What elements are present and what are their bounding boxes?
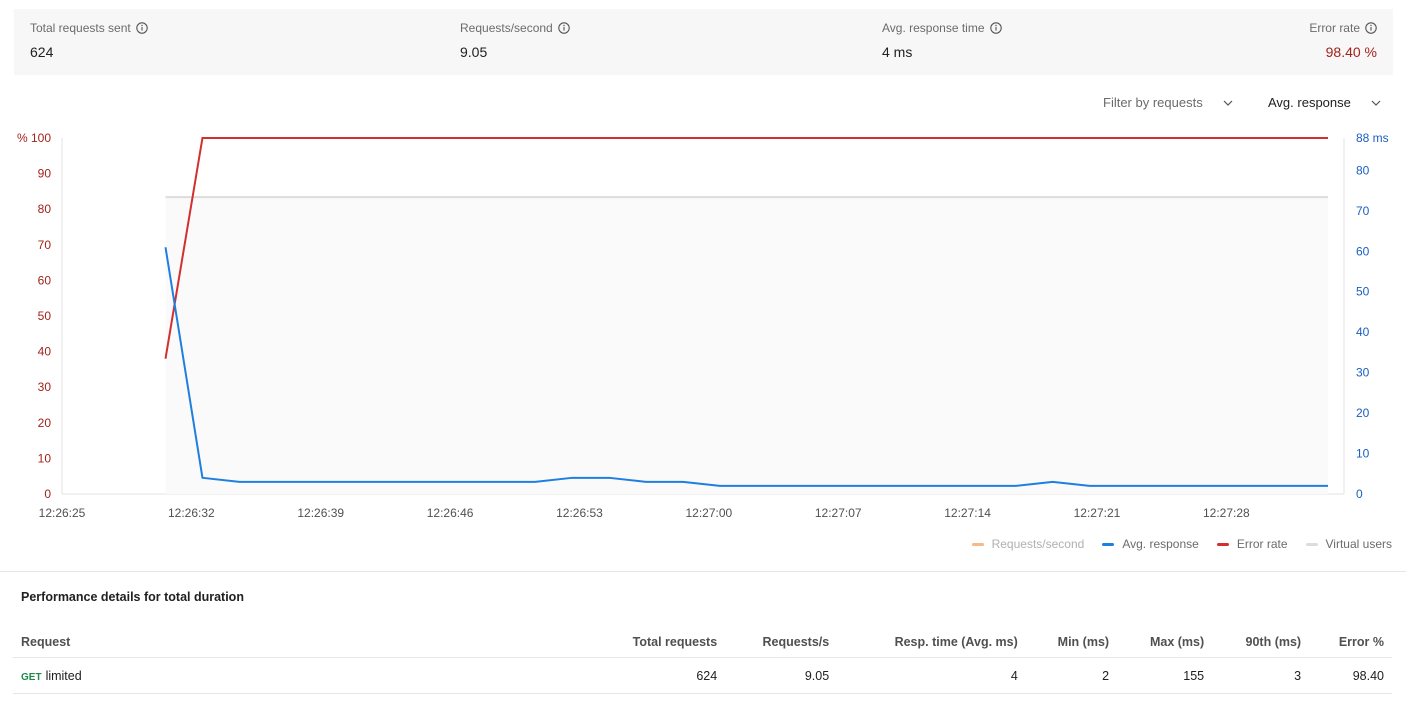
y-axis-left-tick-label: 90	[38, 167, 52, 181]
legend-label: Error rate	[1236, 537, 1288, 551]
legend-swatch	[1216, 542, 1229, 546]
legend-swatch	[971, 542, 984, 546]
y-axis-right-tick-label: 0	[1356, 487, 1363, 501]
metric-total-requests: Total requests sent 624	[30, 21, 148, 60]
column-header-max[interactable]: Max (ms)	[1117, 627, 1213, 658]
table-header-row: Request Total requests Requests/s Resp. …	[13, 627, 1392, 658]
y-axis-left-tick-label: 80	[38, 202, 52, 216]
x-axis-tick-label: 12:27:14	[944, 506, 991, 520]
column-header-requests-per-second[interactable]: Requests/s	[725, 627, 838, 658]
filter-by-requests-dropdown[interactable]: Filter by requests	[1103, 95, 1233, 110]
x-axis-tick-label: 12:26:39	[297, 506, 344, 520]
cell-p90: 3	[1212, 657, 1310, 694]
x-axis-tick-label: 12:27:00	[686, 506, 733, 520]
metric-select-dropdown[interactable]: Avg. response	[1268, 95, 1381, 110]
performance-chart[interactable]: 0 10 20 30 40 50 60 70 80 90 % 100 0 10 20 30 40 50 60 70 8…	[0, 125, 1406, 525]
legend-swatch	[1102, 542, 1115, 546]
column-header-p90[interactable]: 90th (ms)	[1212, 627, 1310, 658]
info-icon[interactable]	[989, 22, 1002, 34]
metric-label: Avg. response time	[882, 21, 985, 35]
request-name: limited	[45, 668, 82, 683]
metric-error-rate: Error rate 98.40 %	[1309, 21, 1377, 60]
y-axis-right-tick-label: 60	[1356, 244, 1370, 258]
y-axis-left-tick-label: 60	[38, 273, 52, 287]
metric-value: 98.40 %	[1325, 44, 1377, 60]
x-axis-tick-label: 12:26:32	[168, 506, 215, 520]
y-axis-right-tick-label: 30	[1356, 366, 1370, 380]
x-axis-tick-label: 12:27:07	[815, 506, 862, 520]
y-axis-left-tick-label: 30	[38, 380, 52, 394]
column-header-resp-time[interactable]: Resp. time (Avg. ms)	[837, 627, 1026, 658]
info-icon[interactable]	[557, 22, 570, 34]
legend-item[interactable]: Avg. response	[1102, 537, 1199, 551]
dropdown-label: Avg. response	[1268, 95, 1351, 110]
column-header-request[interactable]: Request	[13, 627, 589, 658]
y-axis-left-tick-label: % 100	[17, 131, 51, 145]
y-axis-left-tick-label: 40	[38, 345, 52, 359]
metric-label: Error rate	[1309, 21, 1360, 35]
chevron-down-icon	[1223, 100, 1233, 106]
y-axis-left-tick-label: 70	[38, 238, 52, 252]
performance-table: Request Total requests Requests/s Resp. …	[13, 627, 1392, 694]
cell-error: 98.40	[1309, 657, 1392, 694]
x-axis-tick-label: 12:27:28	[1203, 506, 1250, 520]
x-axis-tick-label: 12:27:21	[1074, 506, 1121, 520]
column-header-min[interactable]: Min (ms)	[1025, 627, 1118, 658]
y-axis-right-tick-label: 50	[1356, 285, 1370, 299]
chart-legend: Requests/second Avg. response Error rate Vi…	[971, 537, 1392, 551]
legend-swatch	[1305, 542, 1318, 546]
y-axis-right-tick-label: 88 ms	[1356, 131, 1389, 145]
legend-item[interactable]: Virtual users	[1305, 537, 1392, 551]
info-icon[interactable]	[1365, 22, 1377, 34]
table-row[interactable]: GET limited 624 9.05 4 2 155 3 98.40	[13, 657, 1392, 694]
y-axis-right-tick-label: 80	[1356, 163, 1370, 177]
column-header-total-requests[interactable]: Total requests	[589, 627, 726, 658]
metric-avg-response-time: Avg. response time 4 ms	[882, 21, 1002, 60]
metric-value: 4 ms	[882, 44, 913, 60]
legend-item[interactable]: Error rate	[1216, 537, 1288, 551]
y-axis-left-tick-label: 10	[38, 451, 52, 465]
y-axis-left-tick-label: 50	[38, 309, 52, 323]
x-axis-tick-label: 12:26:53	[556, 506, 603, 520]
legend-label: Requests/second	[991, 537, 1085, 551]
section-title: Performance details for total duration	[21, 590, 244, 604]
legend-item[interactable]: Requests/second	[971, 537, 1085, 551]
x-axis-tick-label: 12:26:46	[427, 506, 474, 520]
cell-min: 2	[1025, 657, 1118, 694]
cell-total-requests: 624	[589, 657, 726, 694]
section-divider	[0, 571, 1406, 572]
http-method-badge: GET	[21, 671, 42, 683]
metric-label: Requests/second	[460, 21, 553, 35]
summary-strip: Total requests sent 624 Requests/second …	[14, 9, 1393, 75]
y-axis-right-tick-label: 10	[1356, 447, 1370, 461]
cell-max: 155	[1117, 657, 1213, 694]
virtual-users-area	[165, 197, 1328, 494]
y-axis-left-tick-label: 0	[44, 487, 51, 501]
x-axis-tick-label: 12:26:25	[39, 506, 86, 520]
legend-label: Virtual users	[1325, 537, 1392, 551]
cell-resp-time: 4	[837, 657, 1026, 694]
chevron-down-icon	[1371, 100, 1381, 106]
metric-value: 624	[30, 44, 54, 60]
legend-label: Avg. response	[1122, 537, 1199, 551]
y-axis-right-tick-label: 20	[1356, 406, 1370, 420]
metric-label: Total requests sent	[30, 21, 131, 35]
info-icon[interactable]	[135, 22, 148, 34]
cell-request: GET limited	[13, 657, 589, 694]
dropdown-label: Filter by requests	[1103, 95, 1203, 110]
cell-requests-per-second: 9.05	[725, 657, 838, 694]
metric-requests-per-second: Requests/second 9.05	[460, 21, 570, 60]
column-header-error[interactable]: Error %	[1309, 627, 1392, 658]
y-axis-left-tick-label: 20	[38, 416, 52, 430]
y-axis-right-tick-label: 40	[1356, 325, 1370, 339]
y-axis-right-tick-label: 70	[1356, 204, 1370, 218]
metric-value: 9.05	[460, 44, 488, 60]
